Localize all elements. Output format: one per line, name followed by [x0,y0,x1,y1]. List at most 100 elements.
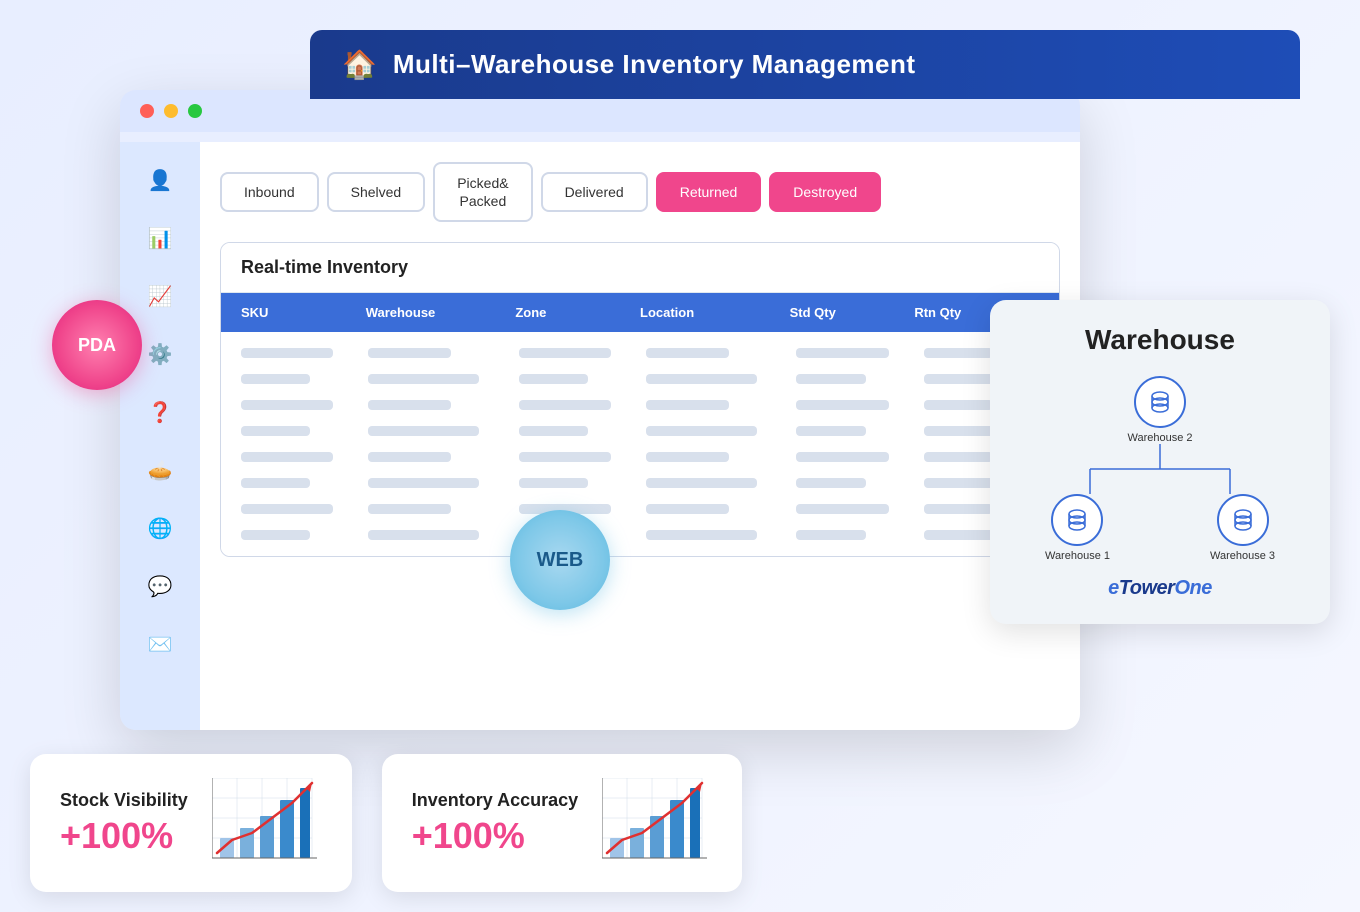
skeleton-cell [241,400,333,410]
close-dot[interactable] [140,104,154,118]
skeleton-cell [368,426,479,436]
warehouse-node-1: Warehouse 1 [1045,494,1110,562]
table-header: SKU Warehouse Zone Location Std Qty Rtn … [221,293,1059,332]
mini-chart-accuracy [602,778,712,868]
stat-text-stock: Stock Visibility +100% [60,790,188,857]
skeleton-cell [519,452,611,462]
sidebar-item-globe[interactable]: 🌐 [142,510,178,546]
warehouse-diagram: Warehouse 2 [1014,376,1306,562]
tab-delivered[interactable]: Delivered [541,172,648,212]
warehouse-2-label: Warehouse 2 [1127,432,1192,444]
skeleton-cell [368,348,451,358]
sidebar: 👤 📊 📈 ⚙️ ❓ 🥧 🌐 💬 ✉️ [120,142,200,730]
skeleton-cell [519,478,588,488]
table-row [241,470,1039,496]
warehouse-1-label: Warehouse 1 [1045,550,1110,562]
skeleton-cell [519,374,588,384]
tab-picked-packed[interactable]: Picked&Packed [433,162,532,222]
tab-destroyed[interactable]: Destroyed [769,172,881,212]
stat-value-stock: +100% [60,815,188,857]
sidebar-item-settings[interactable]: ⚙️ [142,336,178,372]
stat-cards: Stock Visibility +100% [30,754,742,892]
table-row [241,522,1039,548]
warehouse-card-title: Warehouse [1014,324,1306,356]
skeleton-cell [924,504,993,514]
header-bar: 🏠 Multi–Warehouse Inventory Management [310,30,1300,99]
mini-chart-stock [212,778,322,868]
tab-bar: Inbound Shelved Picked&Packed Delivered … [220,162,1060,222]
skeleton-cell [646,530,757,540]
warehouse-node-2: Warehouse 2 [1127,376,1192,444]
stat-label-stock: Stock Visibility [60,790,188,811]
skeleton-cell [646,504,729,514]
table-row [241,418,1039,444]
skeleton-cell [924,400,993,410]
web-label: WEB [537,549,584,572]
skeleton-cell [241,426,310,436]
page-title: Multi–Warehouse Inventory Management [393,49,916,80]
skeleton-cell [368,400,451,410]
skeleton-cell [241,530,310,540]
warehouse-card: Warehouse Warehouse 2 [990,300,1330,624]
table-body [221,332,1059,556]
skeleton-cell [646,400,729,410]
sidebar-item-pie[interactable]: 🥧 [142,452,178,488]
skeleton-cell [519,426,588,436]
skeleton-cell [796,478,865,488]
minimize-dot[interactable] [164,104,178,118]
tab-returned[interactable]: Returned [656,172,762,212]
skeleton-cell [796,530,865,540]
warehouse-3-icon [1217,494,1269,546]
stat-card-stock: Stock Visibility +100% [30,754,352,892]
table-row [241,366,1039,392]
inventory-section: Real-time Inventory SKU Warehouse Zone L… [220,242,1060,557]
maximize-dot[interactable] [188,104,202,118]
table-row [241,496,1039,522]
col-std-qty: Std Qty [790,305,915,320]
col-sku: SKU [241,305,366,320]
stat-text-accuracy: Inventory Accuracy +100% [412,790,578,857]
stat-value-accuracy: +100% [412,815,578,857]
col-location: Location [640,305,790,320]
skeleton-cell [796,504,888,514]
skeleton-cell [519,400,611,410]
tab-inbound[interactable]: Inbound [220,172,319,212]
skeleton-cell [646,374,757,384]
stat-card-accuracy: Inventory Accuracy +100% [382,754,742,892]
skeleton-cell [368,530,479,540]
skeleton-cell [796,374,865,384]
connector-svg [1050,444,1270,494]
skeleton-cell [519,348,611,358]
browser-window: 👤 📊 📈 ⚙️ ❓ 🥧 🌐 💬 ✉️ Inbound Shelved Pick… [120,90,1080,730]
skeleton-cell [368,478,479,488]
skeleton-cell [241,452,333,462]
warehouse-node-3: Warehouse 3 [1210,494,1275,562]
stat-label-accuracy: Inventory Accuracy [412,790,578,811]
main-content: Inbound Shelved Picked&Packed Delivered … [200,142,1080,730]
skeleton-cell [796,452,888,462]
skeleton-cell [368,452,451,462]
sidebar-item-trend[interactable]: 📈 [142,278,178,314]
pda-bubble: PDA [52,300,142,390]
table-row [241,392,1039,418]
skeleton-cell [646,452,729,462]
sidebar-item-chart[interactable]: 📊 [142,220,178,256]
col-warehouse: Warehouse [366,305,516,320]
skeleton-cell [796,426,865,436]
skeleton-cell [646,478,757,488]
scene: 🏠 Multi–Warehouse Inventory Management 👤… [0,0,1360,912]
skeleton-cell [241,478,310,488]
tab-shelved[interactable]: Shelved [327,172,426,212]
sidebar-item-chat[interactable]: 💬 [142,568,178,604]
sidebar-item-mail[interactable]: ✉️ [142,626,178,662]
warehouse-2-icon [1134,376,1186,428]
skeleton-cell [796,400,888,410]
skeleton-cell [924,348,993,358]
skeleton-cell [241,374,310,384]
skeleton-cell [924,452,993,462]
skeleton-cell [241,348,333,358]
sidebar-item-help[interactable]: ❓ [142,394,178,430]
pda-label: PDA [78,335,116,356]
sidebar-item-user[interactable]: 👤 [142,162,178,198]
table-row [241,444,1039,470]
